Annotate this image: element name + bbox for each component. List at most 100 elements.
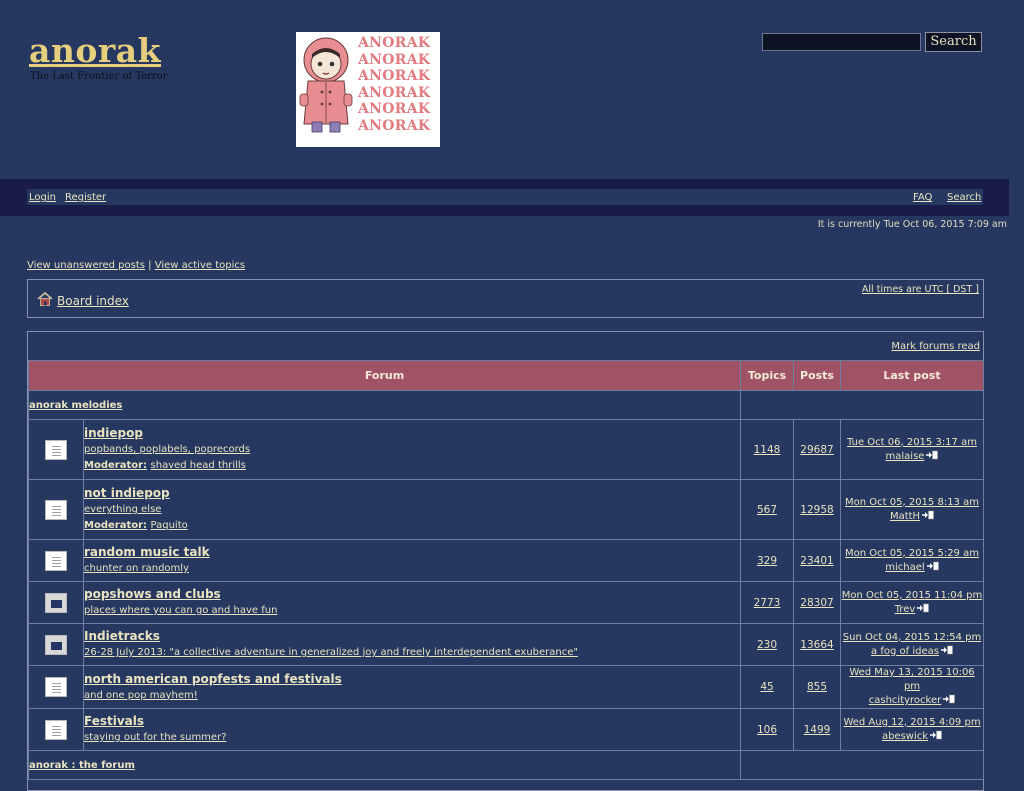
forum-icon-cell: [28, 581, 84, 624]
forum-name-link[interactable]: random music talk: [84, 545, 210, 559]
forum-row: indiepop popbands, poplabels, poprecords M…: [28, 419, 984, 480]
last-post-date[interactable]: Sun Oct 04, 2015 12:54 pm: [843, 632, 981, 643]
forum-name-link[interactable]: Indietracks: [84, 629, 160, 643]
posts-count[interactable]: 23401: [800, 555, 833, 567]
breadcrumb: Board index All times are UTC [ DST ]: [27, 279, 984, 318]
unanswered-posts-link[interactable]: View unanswered posts: [27, 260, 145, 271]
register-link[interactable]: Register: [65, 192, 106, 203]
last-post-user[interactable]: michael: [885, 562, 924, 573]
forum-name-link[interactable]: popshows and clubs: [84, 587, 221, 601]
current-time: It is currently Tue Oct 06, 2015 7:09 am: [817, 219, 1007, 230]
last-post-user[interactable]: a fog of ideas: [871, 646, 939, 657]
forum-info: not indiepop everything else Moderator: Pa…: [83, 479, 741, 540]
search-button[interactable]: Search: [925, 32, 982, 52]
forum-description[interactable]: and one pop mayhem!: [84, 690, 198, 701]
forum-icon-cell: [28, 419, 84, 480]
forum-icon-cell: [28, 539, 84, 582]
forum-name-link[interactable]: not indiepop: [84, 486, 170, 500]
last-post-date[interactable]: Mon Oct 05, 2015 5:29 am: [845, 548, 979, 559]
forum-read-icon: [45, 719, 67, 740]
site-title[interactable]: anorak: [29, 32, 161, 70]
topics-count[interactable]: 230: [757, 639, 777, 651]
last-post-date[interactable]: Wed May 13, 2015 10:06 pm: [849, 667, 974, 692]
last-post-user[interactable]: malaise: [886, 451, 925, 462]
last-post-date[interactable]: Mon Oct 05, 2015 8:13 am: [845, 497, 979, 508]
posts-count[interactable]: 13664: [800, 639, 833, 651]
forum-row: not indiepop everything else Moderator: Pa…: [28, 479, 984, 540]
forum-description[interactable]: everything else: [84, 504, 161, 515]
last-post-user[interactable]: MattH: [890, 511, 920, 522]
topics-count[interactable]: 329: [757, 555, 777, 567]
moderator-link[interactable]: Paquito: [151, 520, 188, 531]
forum-icon-cell: [28, 623, 84, 666]
topics-count[interactable]: 1148: [754, 444, 781, 456]
forum-info: Festivals staying out for the summer?: [83, 708, 741, 751]
forum-row: north american popfests and festivals and…: [28, 665, 984, 709]
navbar-inner: [27, 189, 983, 205]
active-topics-link[interactable]: View active topics: [155, 260, 245, 271]
forum-column-header: Forum: [28, 360, 741, 391]
forum-description[interactable]: staying out for the summer?: [84, 732, 227, 743]
last-post-cell: Wed May 13, 2015 10:06 pm cashcityrocker: [840, 665, 984, 709]
logo-wordmark: ANORAK ANORAK ANORAK ANORAK ANORAK ANORA…: [358, 35, 431, 134]
view-latest-post-icon[interactable]: [940, 645, 953, 655]
last-post-user[interactable]: abeswick: [882, 731, 928, 742]
topics-count[interactable]: 2773: [754, 597, 781, 609]
posts-count[interactable]: 29687: [800, 444, 833, 456]
forum-info: random music talk chunter on randomly: [83, 539, 741, 582]
last-post-user[interactable]: Trev: [895, 604, 916, 615]
home-icon: [37, 292, 53, 306]
view-latest-post-icon[interactable]: [922, 510, 934, 520]
forum-row: Festivals staying out for the summer? 106 1…: [28, 708, 984, 751]
forum-description[interactable]: 26-28 July 2013: "a collective adventure…: [84, 647, 578, 658]
nav-search-link[interactable]: Search: [947, 192, 981, 203]
category-row: anorak melodies: [28, 390, 984, 420]
category-link[interactable]: anorak melodies: [29, 400, 122, 411]
timezone-link[interactable]: All times are UTC [ DST ]: [862, 284, 979, 295]
forum-icon-cell: [28, 708, 84, 751]
last-post-column-header: Last post: [840, 360, 984, 391]
view-latest-post-icon[interactable]: [943, 694, 955, 704]
board-index-link[interactable]: Board index: [57, 294, 129, 308]
view-latest-post-icon[interactable]: [926, 450, 939, 460]
moderator-label: Moderator:: [84, 460, 148, 471]
login-link[interactable]: Login: [29, 192, 56, 203]
forum-row: random music talk chunter on randomly 329 2…: [28, 539, 984, 582]
view-latest-post-icon[interactable]: [917, 603, 930, 613]
posts-column-header: Posts: [793, 360, 841, 391]
topics-count[interactable]: 45: [760, 681, 773, 693]
faq-link[interactable]: FAQ: [913, 192, 932, 203]
posts-count[interactable]: 28307: [800, 597, 833, 609]
posts-count[interactable]: 1499: [804, 724, 831, 736]
last-post-cell: Sun Oct 04, 2015 12:54 pm a fog of ideas: [840, 623, 984, 666]
forum-description[interactable]: chunter on randomly: [84, 563, 189, 574]
category-link[interactable]: anorak : the forum: [29, 760, 135, 771]
forum-description[interactable]: popbands, poplabels, poprecords: [84, 444, 250, 455]
moderator-link[interactable]: shaved head thrills: [151, 460, 246, 471]
view-latest-post-icon[interactable]: [926, 561, 939, 571]
forum-icon-cell: [28, 479, 84, 540]
posts-count[interactable]: 855: [807, 681, 827, 693]
category-row: anorak : the forum: [28, 750, 984, 780]
topics-count[interactable]: 106: [757, 724, 777, 736]
last-post-date[interactable]: Tue Oct 06, 2015 3:17 am: [847, 437, 977, 448]
forum-info: Indietracks 26-28 July 2013: "a collectiv…: [83, 623, 741, 666]
forum-name-link[interactable]: north american popfests and festivals: [84, 672, 342, 686]
forum-name-link[interactable]: Festivals: [84, 714, 144, 728]
view-latest-post-icon[interactable]: [930, 730, 942, 740]
forum-description[interactable]: places where you can go and have fun: [84, 605, 277, 616]
posts-count[interactable]: 12958: [800, 504, 833, 516]
search-input[interactable]: [762, 33, 921, 51]
last-post-date[interactable]: Mon Oct 05, 2015 11:04 pm: [842, 590, 983, 601]
forum-icon-cell: [28, 665, 84, 709]
last-post-cell: Mon Oct 05, 2015 5:29 am michael: [840, 539, 984, 582]
anorak-girl-icon: [299, 37, 353, 133]
mark-forums-read-link[interactable]: Mark forums read: [891, 341, 980, 352]
forum-read-icon: [45, 499, 67, 520]
last-post-user[interactable]: cashcityrocker: [869, 695, 942, 706]
topics-count[interactable]: 567: [757, 504, 777, 516]
forum-name-link[interactable]: indiepop: [84, 426, 143, 440]
site-logo[interactable]: ANORAK ANORAK ANORAK ANORAK ANORAK ANORA…: [296, 32, 440, 147]
last-post-date[interactable]: Wed Aug 12, 2015 4:09 pm: [843, 717, 980, 728]
forum-table: Forum Topics Posts Last post anorak melo…: [28, 360, 984, 780]
